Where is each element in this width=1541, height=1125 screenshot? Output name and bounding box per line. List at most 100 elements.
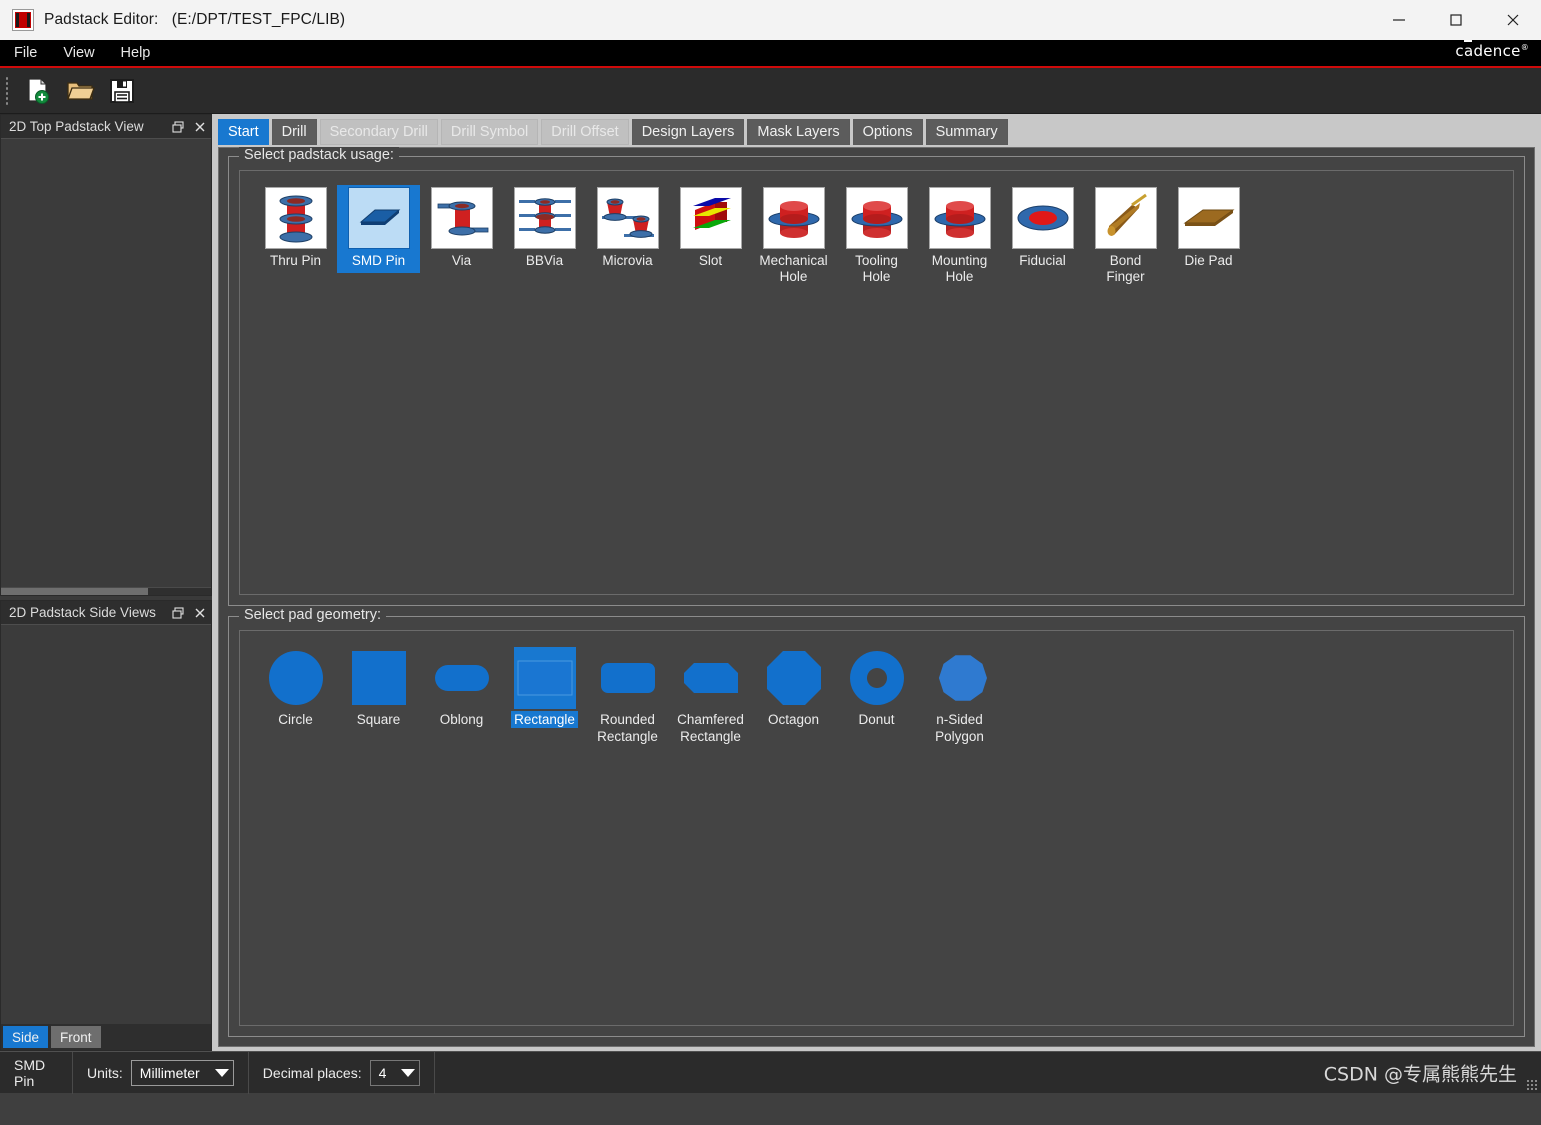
tab-drill-symbol: Drill Symbol (440, 119, 539, 145)
usage-tile-die-pad[interactable]: Die Pad (1167, 185, 1250, 273)
usage-tile-fiducial[interactable]: Fiducial (1001, 185, 1084, 273)
save-padstack-button[interactable] (101, 71, 143, 111)
top-padstack-canvas[interactable] (1, 139, 211, 587)
toolbar-grip[interactable] (5, 75, 10, 106)
cadence-logo: cadence® (1455, 40, 1529, 60)
geometry-tile-square[interactable]: Square (337, 645, 420, 730)
open-padstack-button[interactable] (59, 71, 101, 111)
usage-tile-mounting-hole[interactable]: Mounting Hole (918, 185, 1001, 289)
menu-item-view[interactable]: View (51, 43, 106, 63)
new-padstack-button[interactable] (17, 71, 59, 111)
usage-tile-label: Mounting Hole (931, 253, 988, 284)
tab-design-layers[interactable]: Design Layers (631, 119, 745, 145)
oblong-shape-icon (431, 647, 493, 709)
decimal-places-select[interactable]: 4 (369, 1059, 420, 1086)
usage-tile-label: Mechanical Hole (759, 253, 828, 284)
die-pad-icon (1177, 187, 1240, 249)
tooling-hole-icon (845, 187, 908, 249)
bond-finger-icon (1094, 187, 1157, 249)
cadence-wordmark: cadence (1455, 40, 1521, 60)
dock-2d-top-padstack-view: 2D Top Padstack View (0, 114, 212, 596)
maximize-button[interactable] (1427, 0, 1484, 40)
padstack-usage-inner: Thru Pin SMD Pin Via BBVia Microvia Slot… (239, 170, 1514, 595)
geometry-tile-label: n-Sided Polygon (935, 712, 984, 744)
geometry-tile-label: Oblong (439, 712, 484, 727)
units-label: Units: (87, 1064, 123, 1081)
left-dock-column: 2D Top Padstack View 2D Padstack Side Vi… (0, 114, 212, 1051)
float-icon[interactable] (167, 603, 189, 623)
main-area: 2D Top Padstack View 2D Padstack Side Vi… (0, 114, 1541, 1051)
minimize-button[interactable] (1370, 0, 1427, 40)
resize-grip[interactable] (1526, 1079, 1538, 1091)
usage-tile-smd-pin[interactable]: SMD Pin (337, 185, 420, 273)
close-icon[interactable] (189, 117, 211, 137)
geometry-tile-donut[interactable]: Donut (835, 645, 918, 730)
usage-tile-bbvia[interactable]: BBVia (503, 185, 586, 273)
float-icon[interactable] (167, 117, 189, 137)
usage-tile-mechanical-hole[interactable]: Mechanical Hole (752, 185, 835, 289)
geometry-tile-octagon[interactable]: Octagon (752, 645, 835, 730)
decimal-places-label: Decimal places: (262, 1064, 362, 1081)
usage-tile-tooling-hole[interactable]: Tooling Hole (835, 185, 918, 289)
registered-mark: ® (1520, 43, 1529, 52)
main-toolbar (0, 68, 1541, 114)
padstack-usage-label: Select padstack usage: (239, 147, 399, 163)
usage-tile-bond-finger[interactable]: Bond Finger (1084, 185, 1167, 289)
geometry-tile-oblong[interactable]: Oblong (420, 645, 503, 730)
status-units-cell: Units: Millimeter (73, 1051, 249, 1094)
tab-summary[interactable]: Summary (925, 119, 1008, 145)
units-value: Millimeter (139, 1064, 200, 1081)
save-disk-icon (110, 78, 134, 103)
start-tab-panel: Select padstack usage: Thru Pin SMD Pin … (218, 147, 1535, 1047)
pad-geometry-group: Select pad geometry: Circle Square Oblon… (228, 607, 1525, 1037)
usage-tile-label: Bond Finger (1106, 253, 1145, 284)
status-padstack-type: SMD Pin (0, 1051, 73, 1094)
bbvia-icon (513, 187, 576, 249)
pad-geometry-inner: Circle Square Oblong Rectangle Rounded R… (239, 630, 1514, 1026)
tab-options[interactable]: Options (852, 119, 923, 145)
usage-tile-microvia[interactable]: Microvia (586, 185, 669, 273)
geometry-tile-rounded-rectangle[interactable]: Rounded Rectangle (586, 645, 669, 747)
mechanical-hole-icon (762, 187, 825, 249)
side-view-tabstrip: Side Front (1, 1024, 211, 1050)
usage-tile-thru-pin[interactable]: Thru Pin (254, 185, 337, 273)
rounded-rectangle-shape-icon (597, 647, 659, 709)
pad-geometry-label: Select pad geometry: (239, 607, 387, 623)
units-select[interactable]: Millimeter (130, 1059, 234, 1086)
pad-geometry-row: Circle Square Oblong Rectangle Rounded R… (254, 645, 1499, 747)
window-controls (1370, 0, 1541, 40)
tab-mask-layers[interactable]: Mask Layers (747, 119, 850, 145)
geometry-tile-n-sided-polygon[interactable]: n-Sided Polygon (918, 645, 1001, 747)
dock-title-side-views: 2D Padstack Side Views (9, 605, 156, 620)
usage-tile-label: SMD Pin (351, 253, 406, 268)
decimal-places-value: 4 (378, 1064, 387, 1081)
menu-item-file[interactable]: File (2, 43, 49, 63)
tab-drill[interactable]: Drill (271, 119, 317, 145)
menu-item-help[interactable]: Help (109, 43, 163, 63)
top-view-hscrollbar[interactable] (1, 587, 211, 595)
new-file-icon (28, 77, 49, 104)
geometry-tile-rectangle[interactable]: Rectangle (503, 645, 586, 730)
dock-title-top-view: 2D Top Padstack View (9, 119, 144, 134)
usage-tile-label: BBVia (525, 253, 564, 268)
side-view-tab-side[interactable]: Side (3, 1026, 49, 1048)
geometry-tile-label: Octagon (767, 712, 820, 727)
usage-tile-slot[interactable]: Slot (669, 185, 752, 273)
geometry-tile-circle[interactable]: Circle (254, 645, 337, 730)
close-button[interactable] (1484, 0, 1541, 40)
usage-tile-via[interactable]: Via (420, 185, 503, 273)
open-folder-icon (67, 81, 95, 100)
slot-icon (679, 187, 742, 249)
geometry-tile-label: Rectangle (511, 711, 578, 728)
geometry-tile-chamfered-rectangle[interactable]: Chamfered Rectangle (669, 645, 752, 747)
microvia-icon (596, 187, 659, 249)
donut-shape-icon (846, 647, 908, 709)
side-padstack-canvas[interactable] (1, 625, 211, 1024)
usage-tile-label: Die Pad (1184, 253, 1233, 268)
tab-start[interactable]: Start (218, 119, 269, 145)
window-title-path: (E:/DPT/TEST_FPC/LIB) (171, 11, 346, 28)
close-icon[interactable] (189, 603, 211, 623)
dock-2d-padstack-side-views: 2D Padstack Side Views Side Front (0, 600, 212, 1051)
side-view-tab-front[interactable]: Front (51, 1026, 101, 1048)
chevron-down-icon (400, 1068, 415, 1077)
